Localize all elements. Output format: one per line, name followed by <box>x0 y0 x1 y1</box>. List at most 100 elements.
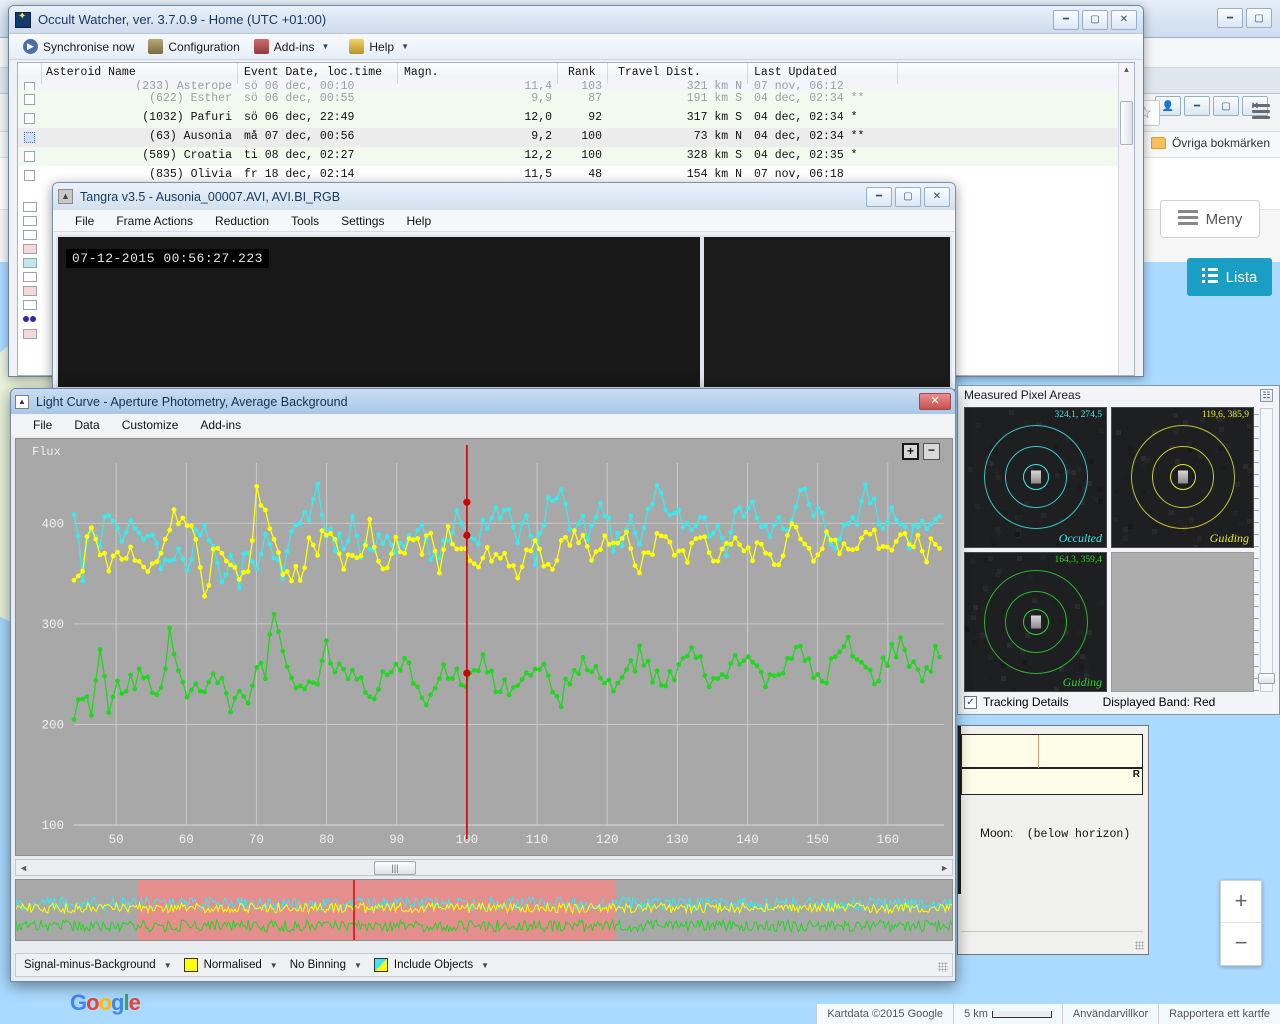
inner-window-controls[interactable]: 👤 ━ ▢ ✕ <box>1152 96 1268 116</box>
status-normalised[interactable]: Normalised <box>204 959 262 971</box>
light-curve-hscrollbar[interactable]: ◄ ► ||| <box>15 859 953 876</box>
slider-tick <box>1254 558 1259 559</box>
lc-menu-data[interactable]: Data <box>74 418 99 432</box>
scroll-thumb[interactable] <box>1120 101 1133 145</box>
tangra-menu-frame-actions[interactable]: Frame Actions <box>116 214 193 228</box>
scroll-left-arrow[interactable]: ◄ <box>19 863 28 873</box>
scroll-right-arrow[interactable]: ► <box>940 863 949 873</box>
table-row[interactable]: (589) Croatia ti 08 dec, 02:27 12,2 100 328 … <box>18 147 1134 166</box>
browser-menu-icon[interactable] <box>1252 104 1270 122</box>
data-point <box>215 546 220 551</box>
chevron-down-icon[interactable]: ▼ <box>321 42 329 51</box>
ow-window-controls[interactable]: ━ ▢ ✕ <box>1050 10 1137 30</box>
inner-minimise-button[interactable]: ━ <box>1184 96 1210 116</box>
chevron-down-icon[interactable]: ▼ <box>354 961 362 970</box>
lc-menu-file[interactable]: File <box>33 418 52 432</box>
light-curve-window[interactable]: ▲ Light Curve - Aperture Photometry, Ave… <box>10 388 956 982</box>
chevron-down-icon[interactable]: ▼ <box>270 961 278 970</box>
tangra-menu-tools[interactable]: Tools <box>291 214 319 228</box>
inner-maximise-button[interactable]: ▢ <box>1213 96 1239 116</box>
scroll-up-arrow[interactable]: ▲ <box>1119 63 1134 77</box>
mpa-restore-icon[interactable]: ☷ <box>1260 389 1273 402</box>
tracking-details-checkbox[interactable]: ✓ <box>964 696 977 709</box>
light-curve-overview[interactable] <box>15 879 953 941</box>
pixel-area-cell[interactable]: 164,3, 359,4 Guiding <box>964 552 1107 693</box>
table-vertical-scrollbar[interactable]: ▲ <box>1118 63 1134 375</box>
table-row[interactable]: (63) Ausonia må 07 dec, 00:56 9,2 100 73 km … <box>18 128 1134 147</box>
table-row[interactable]: (622) Esther sö 06 dec, 00:55 9,9 87 191 km … <box>18 90 1134 109</box>
light-curve-plot[interactable]: Flux + − 100 200 300 400 50 60 70 80 90 100 110 120… <box>15 438 953 856</box>
light-curve-statusbar[interactable]: Signal-minus-Background ▼ Normalised ▼ N… <box>15 953 953 977</box>
row-checkbox[interactable] <box>18 109 42 128</box>
browser-window-controls[interactable]: ━ ▢ <box>1214 8 1272 28</box>
tangra-menubar[interactable]: File Frame Actions Reduction Tools Setti… <box>53 210 955 232</box>
meny-button[interactable]: Meny <box>1160 200 1260 238</box>
chevron-down-icon[interactable]: ▼ <box>164 961 172 970</box>
browser-minimise-button[interactable]: ━ <box>1217 8 1243 28</box>
browser-maximise-button[interactable]: ▢ <box>1246 8 1272 28</box>
data-point <box>93 537 98 542</box>
status-include-objects[interactable]: Include Objects <box>394 959 473 971</box>
data-point <box>520 521 525 526</box>
row-checkbox[interactable] <box>18 90 42 109</box>
data-point <box>476 668 481 673</box>
sync-now-button[interactable]: ▶ Synchronise now <box>23 39 134 54</box>
light-curve-titlebar[interactable]: ▲ Light Curve - Aperture Photometry, Ave… <box>11 389 955 414</box>
hscroll-thumb[interactable]: ||| <box>374 861 416 875</box>
measured-pixel-areas-panel[interactable]: Measured Pixel Areas ☷ 324,1, 274,5 Occul… <box>957 385 1280 715</box>
row-checkbox[interactable] <box>18 128 42 147</box>
status-binning[interactable]: No Binning <box>290 959 346 971</box>
bookmark-folder-item[interactable]: Övriga bokmärken <box>1151 136 1270 150</box>
video-frame-view[interactable]: 07-12-2015 00:56:27.223 <box>58 237 700 387</box>
table-row[interactable]: (1032) Pafuri sö 06 dec, 22:49 12,0 92 317 k… <box>18 109 1134 128</box>
occult-watcher-toolbar[interactable]: ▶ Synchronise now Configuration Add-ins … <box>9 34 1143 60</box>
tangra-close-button[interactable]: ✕ <box>924 187 950 207</box>
addins-button[interactable]: Add-ins ▼ <box>254 39 336 54</box>
tangra-window-controls[interactable]: ━ ▢ ✕ <box>863 187 950 207</box>
resize-grip[interactable] <box>938 962 948 972</box>
data-point <box>176 668 181 673</box>
ow-maximise-button[interactable]: ▢ <box>1082 10 1108 30</box>
tangra-menu-reduction[interactable]: Reduction <box>215 214 269 228</box>
pixel-area-cell[interactable]: 119,6, 385,9 Guiding <box>1111 407 1254 548</box>
tangra-window[interactable]: ▲ Tangra v3.5 - Ausonia_00007.AVI, AVI.B… <box>52 182 956 390</box>
row-checkbox[interactable] <box>18 166 42 185</box>
detail-resize-grip[interactable] <box>1135 941 1144 950</box>
lc-menu-customize[interactable]: Customize <box>122 418 179 432</box>
map-terms-link[interactable]: Användarvillkor <box>1062 1004 1158 1024</box>
lista-button[interactable]: Lista <box>1187 258 1272 296</box>
pixel-area-cell[interactable]: 324,1, 274,5 Occulted <box>964 407 1107 548</box>
occult-watcher-titlebar[interactable]: Occult Watcher, ver. 3.7.0.9 - Home (UTC… <box>9 6 1143 34</box>
row-checkbox[interactable] <box>18 147 42 166</box>
map-zoom-controls[interactable]: + − <box>1220 880 1262 966</box>
mpa-slider-track[interactable] <box>1260 408 1273 692</box>
map-report-link[interactable]: Rapportera ett kartfe <box>1158 1004 1280 1024</box>
chevron-down-icon[interactable]: ▼ <box>401 42 409 51</box>
tangra-menu-file[interactable]: File <box>75 214 94 228</box>
video-preview-panel[interactable] <box>704 237 950 387</box>
mpa-slider-thumb[interactable] <box>1258 673 1275 684</box>
map-zoom-in-button[interactable]: + <box>1221 881 1261 923</box>
pixel-area-empty[interactable] <box>1111 552 1254 693</box>
noise-pixel <box>1084 668 1089 673</box>
tangra-minimise-button[interactable]: ━ <box>866 187 892 207</box>
status-signal-mode[interactable]: Signal-minus-Background <box>24 959 156 971</box>
map-zoom-out-button[interactable]: − <box>1221 923 1261 965</box>
tangra-menu-help[interactable]: Help <box>406 214 431 228</box>
light-curve-close-button[interactable]: ✕ <box>919 393 951 410</box>
data-point <box>594 515 599 520</box>
help-button[interactable]: Help ▼ <box>349 39 415 54</box>
mpa-slider[interactable] <box>1253 408 1275 692</box>
ow-close-button[interactable]: ✕ <box>1111 10 1137 30</box>
light-curve-menubar[interactable]: File Data Customize Add-ins <box>11 414 955 436</box>
lc-menu-addins[interactable]: Add-ins <box>200 418 241 432</box>
ow-minimise-button[interactable]: ━ <box>1053 10 1079 30</box>
table-row[interactable]: (233) Asterope sö 06 dec, 00:10 11,4 103 321… <box>18 78 1134 90</box>
tangra-titlebar[interactable]: ▲ Tangra v3.5 - Ausonia_00007.AVI, AVI.B… <box>53 183 955 210</box>
y-tick-label: 100 <box>41 819 64 833</box>
row-checkbox[interactable] <box>18 78 42 90</box>
configuration-button[interactable]: Configuration <box>148 39 239 54</box>
chevron-down-icon[interactable]: ▼ <box>481 961 489 970</box>
tangra-maximise-button[interactable]: ▢ <box>895 187 921 207</box>
tangra-menu-settings[interactable]: Settings <box>341 214 384 228</box>
